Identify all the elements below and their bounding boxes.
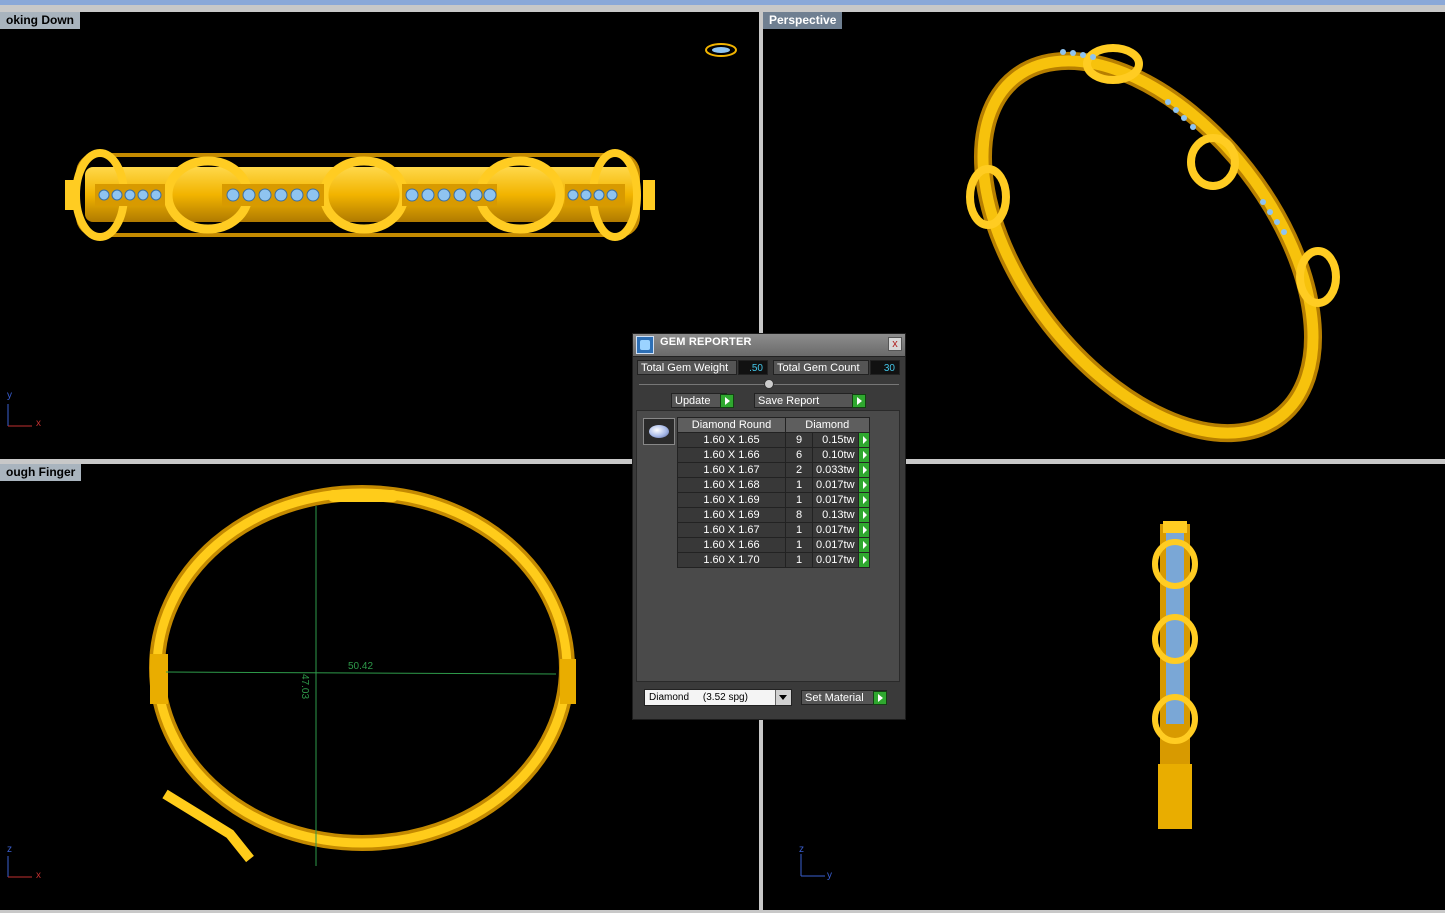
gem-reporter-title: GEM REPORTER [660,336,752,348]
close-button[interactable]: x [888,337,902,351]
gem-count-cell: 1 [785,477,813,493]
viewport-label[interactable]: oking Down [0,12,80,29]
gem-count-cell: 1 [785,537,813,553]
gem-table-row[interactable]: 1.60 X 1.65 9 0.15tw [677,432,870,448]
gem-size-cell: 1.60 X 1.66 [677,447,786,463]
gem-weight-cell: 0.017tw [812,552,859,568]
gem-size-cell: 1.60 X 1.68 [677,477,786,493]
gem-weight-cell: 0.10tw [812,447,859,463]
row-go-icon[interactable] [857,492,870,508]
gem-size-cell: 1.60 X 1.67 [677,522,786,538]
gem-list-panel: Diamond Round Diamond 1.60 X 1.65 9 0.15tw… [636,410,900,682]
update-go-icon[interactable] [720,394,734,408]
gem-reporter-window[interactable]: GEM REPORTER x Total Gem Weight .50 Tota… [632,333,906,720]
gem-weight-cell: 0.017tw [812,492,859,508]
material-select-value: Diamond (3.52 spg) [649,692,748,703]
gem-table-row[interactable]: 1.60 X 1.67 1 0.017tw [677,522,870,538]
gem-table: Diamond Round Diamond 1.60 X 1.65 9 0.15tw… [677,417,870,568]
window-top-bar [0,0,1445,5]
gem-weight-cell: 0.017tw [812,477,859,493]
gem-weight-cell: 0.13tw [812,507,859,523]
viewport-label[interactable]: Perspective [763,12,843,29]
gem-weight-cell: 0.017tw [812,522,859,538]
update-button[interactable]: Update [671,393,727,408]
set-material-go-icon[interactable] [873,691,887,705]
row-go-icon[interactable] [857,462,870,478]
gem-size-cell: 1.60 X 1.67 [677,462,786,478]
row-go-icon[interactable] [857,522,870,538]
material-select[interactable]: Diamond (3.52 spg) [644,689,792,706]
gem-count-cell: 8 [785,507,813,523]
save-report-go-icon[interactable] [852,394,866,408]
gem-count-cell: 1 [785,552,813,568]
total-gem-weight-label: Total Gem Weight [637,360,737,375]
gem-count-cell: 9 [785,432,813,448]
row-go-icon[interactable] [857,432,870,448]
axis-z-label: z [7,844,12,855]
gem-weight-cell: 0.017tw [812,537,859,553]
gem-table-row[interactable]: 1.60 X 1.66 1 0.017tw [677,537,870,553]
height-dimension-label: 47.03 [299,674,310,700]
row-go-icon[interactable] [857,537,870,553]
gem-reporter-logo-icon [636,336,654,354]
gem-table-row[interactable]: 1.60 X 1.67 2 0.033tw [677,462,870,478]
axis-y-label: y [827,870,832,881]
total-gem-count-value: 30 [870,360,900,375]
gem-table-row[interactable]: 1.60 X 1.68 1 0.017tw [677,477,870,493]
panel-divider-handle[interactable] [764,379,774,389]
gem-size-cell: 1.60 X 1.65 [677,432,786,448]
gem-weight-cell: 0.15tw [812,432,859,448]
gem-table-row[interactable]: 1.60 X 1.66 6 0.10tw [677,447,870,463]
total-gem-weight-value: .50 [738,360,768,375]
row-go-icon[interactable] [857,552,870,568]
gem-table-header-shape: Diamond Round [677,417,786,433]
gem-table-row[interactable]: 1.60 X 1.69 8 0.13tw [677,507,870,523]
row-go-icon[interactable] [857,507,870,523]
gem-reporter-title-bar[interactable]: GEM REPORTER x [633,334,905,357]
gem-size-cell: 1.60 X 1.66 [677,537,786,553]
gem-table-row[interactable]: 1.60 X 1.70 1 0.017tw [677,552,870,568]
chevron-down-icon[interactable] [775,690,791,705]
gem-count-cell: 6 [785,447,813,463]
axis-y-label: y [7,390,12,401]
total-gem-count-label: Total Gem Count [773,360,869,375]
gem-size-cell: 1.60 X 1.69 [677,507,786,523]
viewport-label[interactable]: ough Finger [0,464,82,481]
gem-count-cell: 2 [785,462,813,478]
row-go-icon[interactable] [857,477,870,493]
row-go-icon[interactable] [857,447,870,463]
gem-table-header-material: Diamond [785,417,870,433]
width-dimension-label: 50.42 [348,661,374,672]
axis-x-label: x [36,418,41,429]
gem-count-cell: 1 [785,522,813,538]
gem-count-cell: 1 [785,492,813,508]
gem-table-row[interactable]: 1.60 X 1.69 1 0.017tw [677,492,870,508]
axis-z-label: z [799,844,804,855]
save-report-button[interactable]: Save Report [754,393,853,408]
axis-x-label: x [36,870,41,881]
diamond-round-icon[interactable] [643,418,675,445]
gem-size-cell: 1.60 X 1.69 [677,492,786,508]
gem-weight-cell: 0.033tw [812,462,859,478]
gem-size-cell: 1.60 X 1.70 [677,552,786,568]
